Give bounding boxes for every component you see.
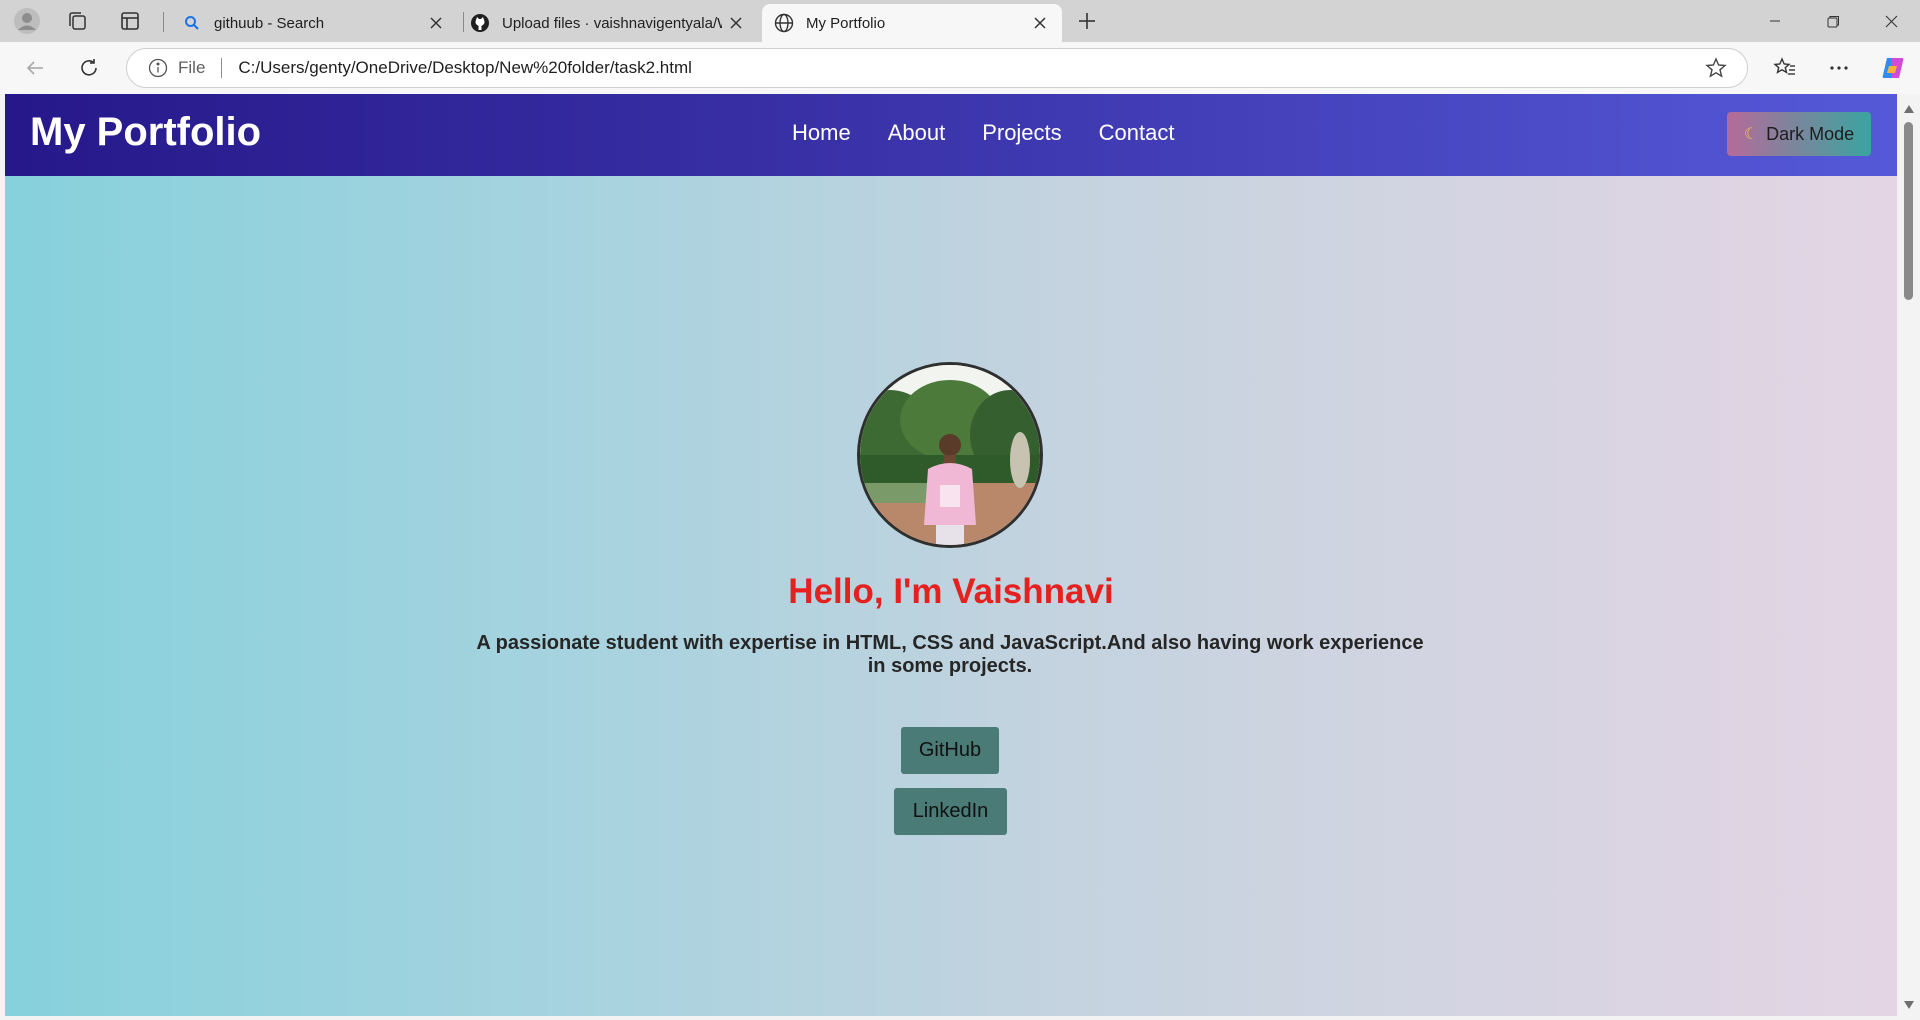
tab-search[interactable]: githuub - Search [170,4,458,42]
restore-button[interactable] [1804,0,1862,42]
vertical-tabs-button[interactable] [112,6,148,36]
page-viewport: My Portfolio Home About Projects Contact… [5,94,1897,1016]
more-icon [1830,66,1848,70]
linkedin-button[interactable]: LinkedIn [894,788,1007,835]
site-brand[interactable]: My Portfolio [30,110,261,155]
dark-mode-button[interactable]: ☾ Dark Mode [1727,112,1871,156]
favorite-star-icon[interactable] [1701,53,1731,83]
hero-tagline: A passionate student with expertise in H… [476,632,1424,677]
close-window-button[interactable] [1862,0,1920,42]
copilot-icon [1882,58,1904,78]
back-arrow-icon [26,61,43,75]
scheme-label: File [178,58,206,77]
profile-photo [857,362,1043,548]
back-button[interactable] [17,50,53,86]
minimize-button[interactable] [1746,0,1804,42]
site-header: My Portfolio Home About Projects Contact… [5,94,1897,176]
tab-title: Upload files · vaishnavigentyala/W [502,14,722,32]
collections-icon [69,12,86,30]
restore-icon [1827,15,1839,27]
reload-button[interactable] [71,50,107,86]
nav-contact[interactable]: Contact [1099,120,1175,146]
tab-my-portfolio[interactable]: My Portfolio [762,4,1062,42]
nav-home[interactable]: Home [792,120,851,146]
vertical-scrollbar[interactable] [1897,94,1920,1020]
scroll-down-arrow-icon[interactable] [1897,998,1920,1012]
close-icon[interactable] [422,9,450,37]
profile-button[interactable] [9,6,45,36]
profile-photo-image [860,365,1040,545]
new-tab-button[interactable] [1069,6,1105,36]
github-button[interactable]: GitHub [901,727,999,774]
url-text[interactable]: C:/Users/genty/OneDrive/Desktop/New%20fo… [238,58,1701,78]
plus-icon [1079,13,1095,29]
globe-icon [774,13,794,33]
close-icon[interactable] [1026,9,1054,37]
collections-button[interactable] [59,6,95,36]
favorites-list-icon [1773,57,1795,75]
favorites-button[interactable] [1767,50,1803,86]
address-separator [221,58,223,78]
tab-title: githuub - Search [214,14,325,32]
main-nav: Home About Projects Contact [792,120,1175,146]
browser-toolbar: File C:/Users/genty/OneDrive/Desktop/New… [0,42,1920,94]
hero-greeting: Hello, I'm Vaishnavi [788,572,1114,611]
info-icon[interactable] [147,57,169,79]
dark-mode-label: Dark Mode [1766,123,1855,144]
tab-separator [163,12,164,32]
address-bar[interactable]: File C:/Users/genty/OneDrive/Desktop/New… [126,48,1748,88]
moon-icon: ☾ [1743,126,1759,143]
refresh-icon [81,59,97,76]
tab-actions-icon [121,12,139,30]
tab-strip: githuub - Search Upload files · vaishnav… [0,0,1920,42]
scrollbar-thumb[interactable] [1904,122,1913,300]
profile-icon [14,8,40,34]
minimize-icon [1770,20,1780,22]
close-icon[interactable] [722,9,750,37]
tab-title: My Portfolio [806,14,886,32]
search-icon [182,13,202,33]
copilot-button[interactable] [1875,50,1911,86]
nav-projects[interactable]: Projects [982,120,1061,146]
nav-about[interactable]: About [888,120,946,146]
close-icon [1885,15,1897,27]
scroll-up-arrow-icon[interactable] [1897,102,1920,116]
github-icon [470,13,490,33]
settings-more-button[interactable] [1821,50,1857,86]
tab-github[interactable]: Upload files · vaishnavigentyala/W [458,4,758,42]
